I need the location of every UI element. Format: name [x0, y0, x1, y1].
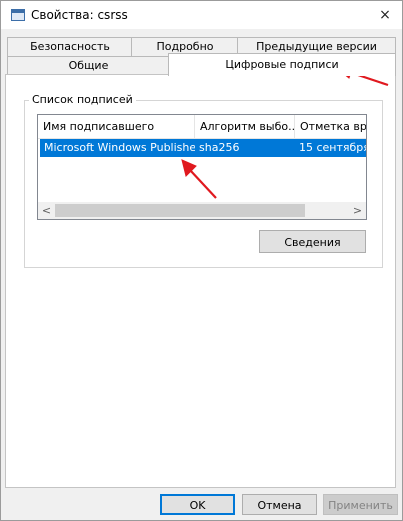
column-timestamp[interactable]: Отметка време [295, 115, 366, 138]
column-signer-name[interactable]: Имя подписавшего [38, 115, 195, 138]
column-digest-algorithm[interactable]: Алгоритм выбо... [195, 115, 295, 138]
timestamp-cell: 15 сентября [299, 141, 366, 154]
list-header: Имя подписавшего Алгоритм выбо... Отметк… [38, 115, 366, 139]
tab-digital-signatures[interactable]: Цифровые подписи [168, 53, 396, 76]
tab-general[interactable]: Общие [7, 56, 170, 75]
scroll-left-icon[interactable]: < [38, 202, 55, 219]
horizontal-scrollbar[interactable]: < > [38, 202, 366, 219]
table-row[interactable]: Microsoft Windows Publisher sha256 15 се… [40, 139, 366, 157]
close-icon[interactable]: × [368, 1, 402, 29]
signature-list[interactable]: Имя подписавшего Алгоритм выбо... Отметк… [37, 114, 367, 220]
scroll-right-icon[interactable]: > [349, 202, 366, 219]
signature-list-label: Список подписей [29, 93, 136, 106]
window-title: Свойства: csrss [31, 8, 128, 22]
details-button[interactable]: Сведения [259, 230, 366, 253]
title-bar: Свойства: csrss × [1, 1, 402, 29]
cancel-button[interactable]: Отмена [242, 494, 317, 515]
ok-button[interactable]: OK [160, 494, 235, 515]
signer-name-cell: Microsoft Windows Publisher [44, 141, 195, 154]
apply-button[interactable]: Применить [323, 494, 398, 515]
tab-security[interactable]: Безопасность [7, 37, 133, 56]
window-app-icon [11, 9, 25, 21]
scrollbar-thumb[interactable] [55, 204, 305, 217]
algorithm-cell: sha256 [199, 141, 240, 154]
